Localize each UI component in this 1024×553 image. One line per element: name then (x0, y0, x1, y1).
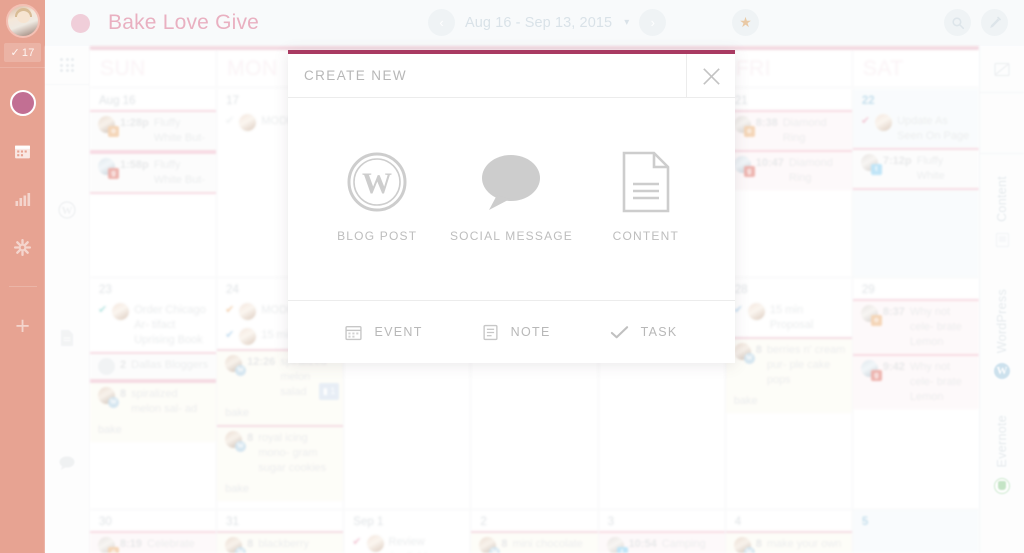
modal-primary-options: W BLOG POST SOCIAL MESSAGE CONTENT (288, 98, 735, 301)
wordpress-icon: W (347, 152, 407, 212)
close-button[interactable] (686, 54, 735, 98)
create-note-option[interactable]: NOTE (482, 324, 551, 341)
create-task-option[interactable]: TASK (610, 324, 678, 341)
create-social-message-option[interactable]: SOCIAL MESSAGE (449, 151, 573, 247)
create-event-option[interactable]: EVENT (345, 324, 422, 341)
document-icon (622, 151, 670, 213)
calendar-icon (345, 325, 363, 340)
option-label: SOCIAL MESSAGE (449, 229, 574, 243)
create-content-option[interactable]: CONTENT (584, 151, 708, 247)
create-blog-post-option[interactable]: W BLOG POST (315, 151, 439, 247)
note-icon (483, 324, 498, 340)
option-label: CONTENT (612, 229, 680, 243)
option-label: BLOG POST (337, 229, 418, 243)
app-root: ✓ 17 + Bake Love Give ‹ Aug 16 - Sep 13,… (0, 0, 1024, 553)
modal-header: CREATE NEW (288, 54, 735, 98)
modal-secondary-options: EVENT NOTE TASK (288, 301, 735, 363)
create-new-modal: CREATE NEW W BLOG POST SOCIAL MESSAGE CO… (288, 50, 735, 363)
option-label: TASK (640, 325, 678, 339)
option-label: NOTE (510, 325, 551, 339)
option-label: EVENT (374, 325, 423, 339)
modal-title: CREATE NEW (304, 68, 408, 83)
check-icon (610, 325, 628, 338)
close-icon (702, 67, 720, 85)
svg-text:W: W (362, 167, 392, 200)
speech-bubble-icon (482, 155, 541, 210)
